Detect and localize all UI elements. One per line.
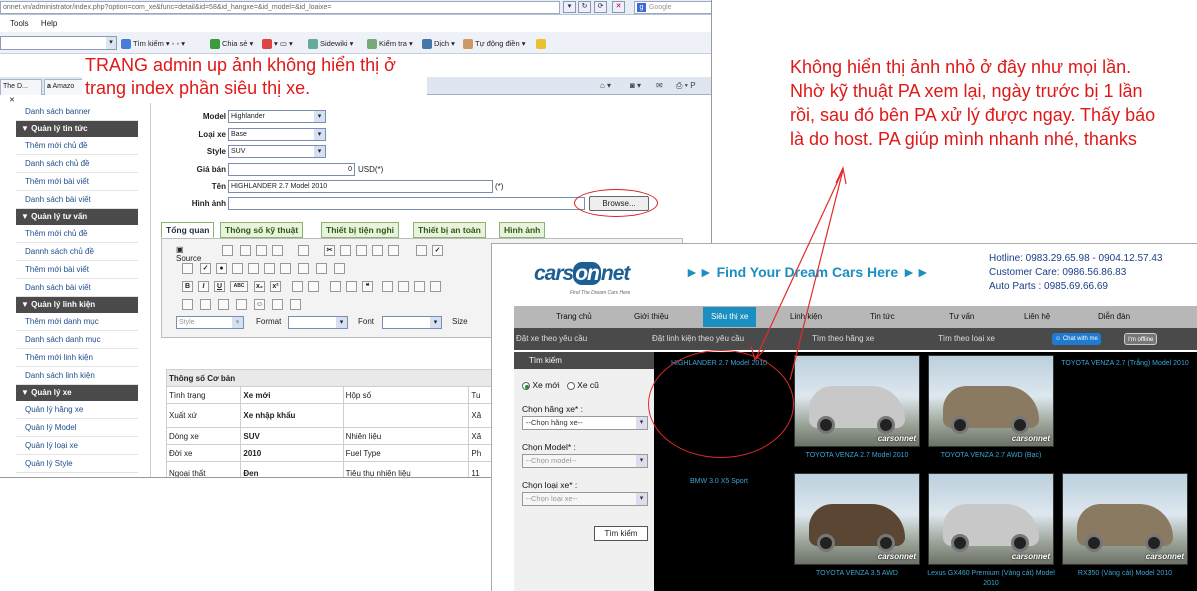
arrow-head-down: [750, 345, 765, 362]
arrow-line-to-note: [789, 169, 844, 381]
arrow-line-to-product: [755, 169, 844, 359]
annotation-arrows: [750, 166, 847, 381]
